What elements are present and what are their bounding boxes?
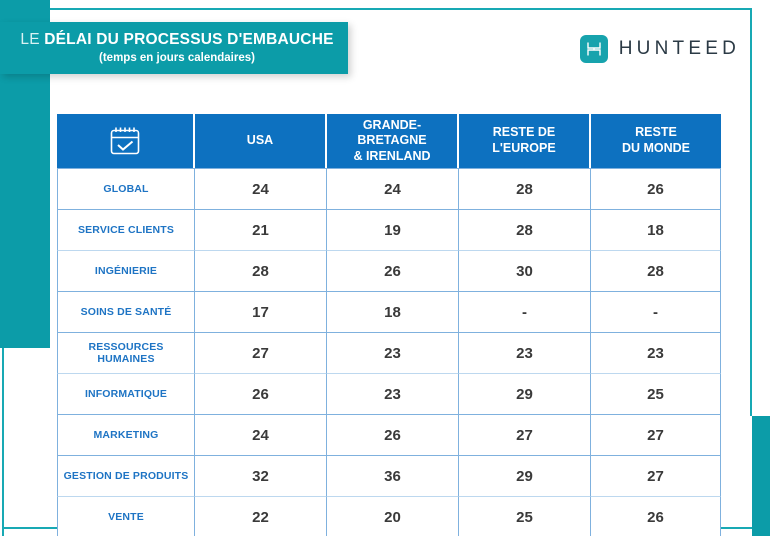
cell-value: 29 bbox=[459, 374, 591, 415]
brand-logo: HUNTEED bbox=[579, 35, 740, 63]
row-label: INFORMATIQUE bbox=[57, 374, 195, 415]
column-header-gb-ireland: GRANDE-BRETAGNE & IRENLAND bbox=[327, 114, 459, 168]
cell-value: 17 bbox=[195, 292, 327, 333]
cell-value: 30 bbox=[459, 251, 591, 292]
page-title-main: DÉLAI DU PROCESSUS D'EMBAUCHE bbox=[44, 31, 334, 49]
cell-value: 27 bbox=[591, 415, 721, 456]
cell-value: 26 bbox=[591, 168, 721, 210]
table-row: INGÉNIERIE 28 26 30 28 bbox=[57, 251, 721, 292]
cell-value: 22 bbox=[195, 497, 327, 536]
infographic-page: LE DÉLAI DU PROCESSUS D'EMBAUCHE (temps … bbox=[0, 0, 770, 536]
decor-right-hairline bbox=[750, 8, 752, 416]
cell-value: 18 bbox=[591, 210, 721, 251]
column-header-rest-of-world-line1: RESTE bbox=[635, 125, 677, 140]
cell-value: 28 bbox=[459, 168, 591, 210]
cell-value: 27 bbox=[195, 333, 327, 374]
row-label: SOINS DE SANTÉ bbox=[57, 292, 195, 333]
row-label: RESSOURCES HUMAINES bbox=[57, 333, 195, 374]
row-label: GESTION DE PRODUITS bbox=[57, 456, 195, 497]
hunteed-h-icon bbox=[579, 35, 608, 63]
column-header-rest-of-europe-line2: L'EUROPE bbox=[492, 141, 556, 155]
cell-value: 26 bbox=[327, 251, 459, 292]
table-row: SOINS DE SANTÉ 17 18 - - bbox=[57, 292, 721, 333]
column-header-gb-ireland-line1: GRANDE-BRETAGNE bbox=[357, 117, 427, 148]
cell-value: 27 bbox=[459, 415, 591, 456]
cell-value: 25 bbox=[459, 497, 591, 536]
cell-value: - bbox=[591, 292, 721, 333]
cell-value: 28 bbox=[459, 210, 591, 251]
brand-name: HUNTEED bbox=[618, 38, 740, 59]
cell-value: 28 bbox=[195, 251, 327, 292]
column-header-rest-of-world: RESTE DU MONDE bbox=[591, 114, 721, 168]
column-header-usa: USA bbox=[195, 114, 327, 168]
decor-left-hairline bbox=[2, 348, 4, 536]
cell-value: 23 bbox=[327, 333, 459, 374]
cell-value: 28 bbox=[591, 251, 721, 292]
column-header-rest-of-europe: RESTE DE L'EUROPE bbox=[459, 114, 591, 168]
column-header-usa-line1: USA bbox=[246, 133, 274, 148]
cell-value: 29 bbox=[459, 456, 591, 497]
table-row: GLOBAL 24 24 28 26 bbox=[57, 168, 721, 210]
table-header-row: USA GRANDE-BRETAGNE & IRENLAND RESTE DE … bbox=[57, 114, 721, 168]
table-row: INFORMATIQUE 26 23 29 25 bbox=[57, 374, 721, 415]
cell-value: 23 bbox=[327, 374, 459, 415]
cell-value: 32 bbox=[195, 456, 327, 497]
cell-value: 26 bbox=[195, 374, 327, 415]
cell-value: 36 bbox=[327, 456, 459, 497]
decor-top-hairline bbox=[50, 8, 752, 10]
hiring-delay-table: USA GRANDE-BRETAGNE & IRENLAND RESTE DE … bbox=[57, 114, 721, 536]
row-label: INGÉNIERIE bbox=[57, 251, 195, 292]
cell-value: 23 bbox=[591, 333, 721, 374]
row-label: MARKETING bbox=[57, 415, 195, 456]
row-label: SERVICE CLIENTS bbox=[57, 210, 195, 251]
page-title-prefix: LE bbox=[20, 31, 45, 49]
cell-value: 24 bbox=[195, 168, 327, 210]
cell-value: 26 bbox=[327, 415, 459, 456]
row-label: VENTE bbox=[57, 497, 195, 536]
column-header-rest-of-europe-line1: RESTE DE bbox=[492, 125, 556, 140]
cell-value: 26 bbox=[591, 497, 721, 536]
calendar-check-icon-header bbox=[57, 114, 195, 168]
table-row: RESSOURCES HUMAINES 27 23 23 23 bbox=[57, 333, 721, 374]
row-label: GLOBAL bbox=[57, 168, 195, 210]
cell-value: 23 bbox=[459, 333, 591, 374]
table-row: GESTION DE PRODUITS 32 36 29 27 bbox=[57, 456, 721, 497]
table-row: SERVICE CLIENTS 21 19 28 18 bbox=[57, 210, 721, 251]
cell-value: 24 bbox=[327, 168, 459, 210]
cell-value: 18 bbox=[327, 292, 459, 333]
page-subtitle: (temps en jours calendaires) bbox=[99, 52, 255, 65]
data-table-container: USA GRANDE-BRETAGNE & IRENLAND RESTE DE … bbox=[57, 114, 721, 536]
cell-value: 20 bbox=[327, 497, 459, 536]
column-header-gb-ireland-line2: & IRENLAND bbox=[353, 148, 431, 163]
column-header-rest-of-world-line2: DU MONDE bbox=[621, 141, 691, 155]
table-row: MARKETING 24 26 27 27 bbox=[57, 415, 721, 456]
title-banner: LE DÉLAI DU PROCESSUS D'EMBAUCHE (temps … bbox=[0, 22, 348, 74]
cell-value: 24 bbox=[195, 415, 327, 456]
table-row: VENTE 22 20 25 26 bbox=[57, 497, 721, 536]
cell-value: 25 bbox=[591, 374, 721, 415]
page-title: LE DÉLAI DU PROCESSUS D'EMBAUCHE bbox=[20, 31, 333, 48]
cell-value: 21 bbox=[195, 210, 327, 251]
decor-right-teal-bar bbox=[752, 416, 770, 536]
cell-value: - bbox=[459, 292, 591, 333]
cell-value: 27 bbox=[591, 456, 721, 497]
cell-value: 19 bbox=[327, 210, 459, 251]
